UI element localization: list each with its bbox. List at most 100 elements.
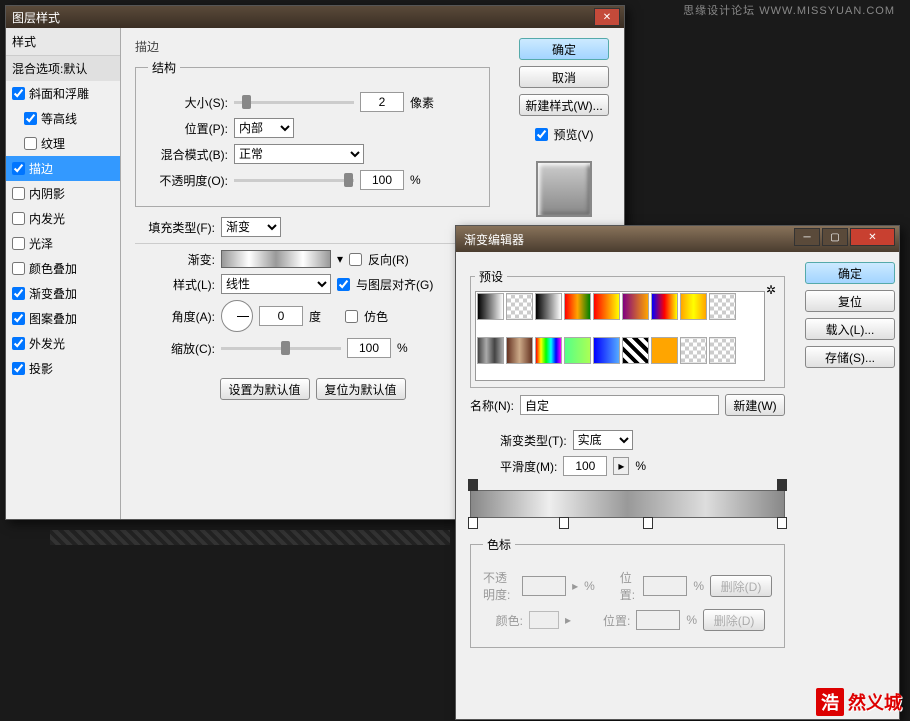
- style-checkbox[interactable]: [12, 362, 25, 375]
- preset-swatch[interactable]: [709, 337, 736, 364]
- dither-checkbox[interactable]: [345, 310, 358, 323]
- style-checkbox[interactable]: [12, 262, 25, 275]
- style-item-9[interactable]: 图案叠加: [6, 306, 120, 331]
- style-item-1[interactable]: 等高线: [6, 106, 120, 131]
- reset-button[interactable]: 复位: [805, 290, 895, 312]
- minimize-icon[interactable]: ─: [794, 228, 820, 246]
- gradient-bar[interactable]: [470, 490, 785, 518]
- angle-input[interactable]: [259, 306, 303, 326]
- reset-default-button[interactable]: 复位为默认值: [316, 378, 406, 400]
- make-default-button[interactable]: 设置为默认值: [220, 378, 310, 400]
- preset-swatch[interactable]: [477, 337, 504, 364]
- style-item-11[interactable]: 投影: [6, 356, 120, 381]
- style-label: 斜面和浮雕: [29, 85, 89, 102]
- ok-button[interactable]: 确定: [805, 262, 895, 284]
- style-checkbox[interactable]: [12, 187, 25, 200]
- style-checkbox[interactable]: [12, 237, 25, 250]
- style-item-10[interactable]: 外发光: [6, 331, 120, 356]
- gtype-label: 渐变类型(T):: [500, 432, 567, 449]
- color-stop[interactable]: [559, 517, 569, 529]
- style-checkbox[interactable]: [12, 162, 25, 175]
- scale-slider[interactable]: [221, 347, 341, 350]
- style-item-3[interactable]: 描边: [6, 156, 120, 181]
- align-checkbox[interactable]: [337, 278, 350, 291]
- maximize-icon[interactable]: ▢: [822, 228, 848, 246]
- color-stop[interactable]: [777, 517, 787, 529]
- gradstyle-select[interactable]: 线性: [221, 274, 331, 294]
- scale-input[interactable]: [347, 338, 391, 358]
- style-checkbox[interactable]: [12, 312, 25, 325]
- gear-icon[interactable]: ✲: [766, 283, 776, 297]
- gradient-dropdown-icon[interactable]: ▾: [337, 252, 343, 266]
- save-button[interactable]: 存储(S)...: [805, 346, 895, 368]
- cancel-button[interactable]: 取消: [519, 66, 609, 88]
- new-style-button[interactable]: 新建样式(W)...: [519, 94, 609, 116]
- gradient-picker[interactable]: [221, 250, 331, 268]
- preset-swatch[interactable]: [535, 337, 562, 364]
- smooth-input[interactable]: [563, 456, 607, 476]
- blendmode-label: 混合模式(B):: [148, 146, 228, 163]
- color-stop[interactable]: [468, 517, 478, 529]
- preset-swatch[interactable]: [680, 337, 707, 364]
- preset-swatch[interactable]: [477, 293, 504, 320]
- style-checkbox[interactable]: [12, 212, 25, 225]
- opacity-stop[interactable]: [468, 479, 478, 491]
- preset-swatch[interactable]: [680, 293, 707, 320]
- opacity-slider[interactable]: [234, 179, 354, 182]
- logo-icon: 浩: [816, 688, 844, 716]
- new-button[interactable]: 新建(W): [725, 394, 785, 416]
- opacity-input[interactable]: [360, 170, 404, 190]
- style-item-5[interactable]: 内发光: [6, 206, 120, 231]
- style-item-6[interactable]: 光泽: [6, 231, 120, 256]
- name-label: 名称(N):: [470, 397, 514, 414]
- style-checkbox[interactable]: [24, 112, 37, 125]
- position-select[interactable]: 内部: [234, 118, 294, 138]
- filltype-select[interactable]: 渐变: [221, 217, 281, 237]
- ok-button[interactable]: 确定: [519, 38, 609, 60]
- name-input[interactable]: [520, 395, 719, 415]
- style-checkbox[interactable]: [12, 287, 25, 300]
- reverse-checkbox[interactable]: [349, 253, 362, 266]
- pct-label: %: [397, 341, 408, 355]
- smooth-dropdown-icon[interactable]: ▸: [613, 457, 629, 475]
- preset-swatch[interactable]: [622, 293, 649, 320]
- preset-swatch[interactable]: [709, 293, 736, 320]
- color-stop[interactable]: [643, 517, 653, 529]
- preset-swatch[interactable]: [564, 293, 591, 320]
- style-checkbox[interactable]: [12, 337, 25, 350]
- preset-swatch[interactable]: [593, 337, 620, 364]
- preset-swatch[interactable]: [506, 337, 533, 364]
- style-item-4[interactable]: 内阴影: [6, 181, 120, 206]
- presets-group: 预设 ✲: [470, 268, 785, 388]
- dither-label: 仿色: [364, 308, 388, 325]
- preset-swatch[interactable]: [535, 293, 562, 320]
- blend-options-row[interactable]: 混合选项:默认: [6, 56, 120, 81]
- preset-grid[interactable]: [475, 291, 765, 381]
- preset-swatch[interactable]: [651, 293, 678, 320]
- close-icon[interactable]: ✕: [594, 8, 620, 26]
- preset-swatch[interactable]: [651, 337, 678, 364]
- preset-swatch[interactable]: [564, 337, 591, 364]
- titlebar[interactable]: 渐变编辑器 ─ ▢ ✕: [456, 226, 899, 252]
- load-button[interactable]: 载入(L)...: [805, 318, 895, 340]
- angle-dial[interactable]: [221, 300, 253, 332]
- close-icon[interactable]: ✕: [850, 228, 895, 246]
- preset-swatch[interactable]: [506, 293, 533, 320]
- blendmode-select[interactable]: 正常: [234, 144, 364, 164]
- preset-swatch[interactable]: [593, 293, 620, 320]
- style-item-2[interactable]: 纹理: [6, 131, 120, 156]
- style-item-0[interactable]: 斜面和浮雕: [6, 81, 120, 106]
- size-slider[interactable]: [234, 101, 354, 104]
- style-checkbox[interactable]: [24, 137, 37, 150]
- titlebar[interactable]: 图层样式 ✕: [6, 6, 624, 28]
- style-label: 渐变叠加: [29, 285, 77, 302]
- stroke-panel: 描边 结构 大小(S): 像素 位置(P): 内部 混合模式(B): 正常: [121, 28, 504, 519]
- preview-checkbox[interactable]: [535, 128, 548, 141]
- style-item-7[interactable]: 颜色叠加: [6, 256, 120, 281]
- size-input[interactable]: [360, 92, 404, 112]
- gtype-select[interactable]: 实底: [573, 430, 633, 450]
- preset-swatch[interactable]: [622, 337, 649, 364]
- style-item-8[interactable]: 渐变叠加: [6, 281, 120, 306]
- style-checkbox[interactable]: [12, 87, 25, 100]
- opacity-stop[interactable]: [777, 479, 787, 491]
